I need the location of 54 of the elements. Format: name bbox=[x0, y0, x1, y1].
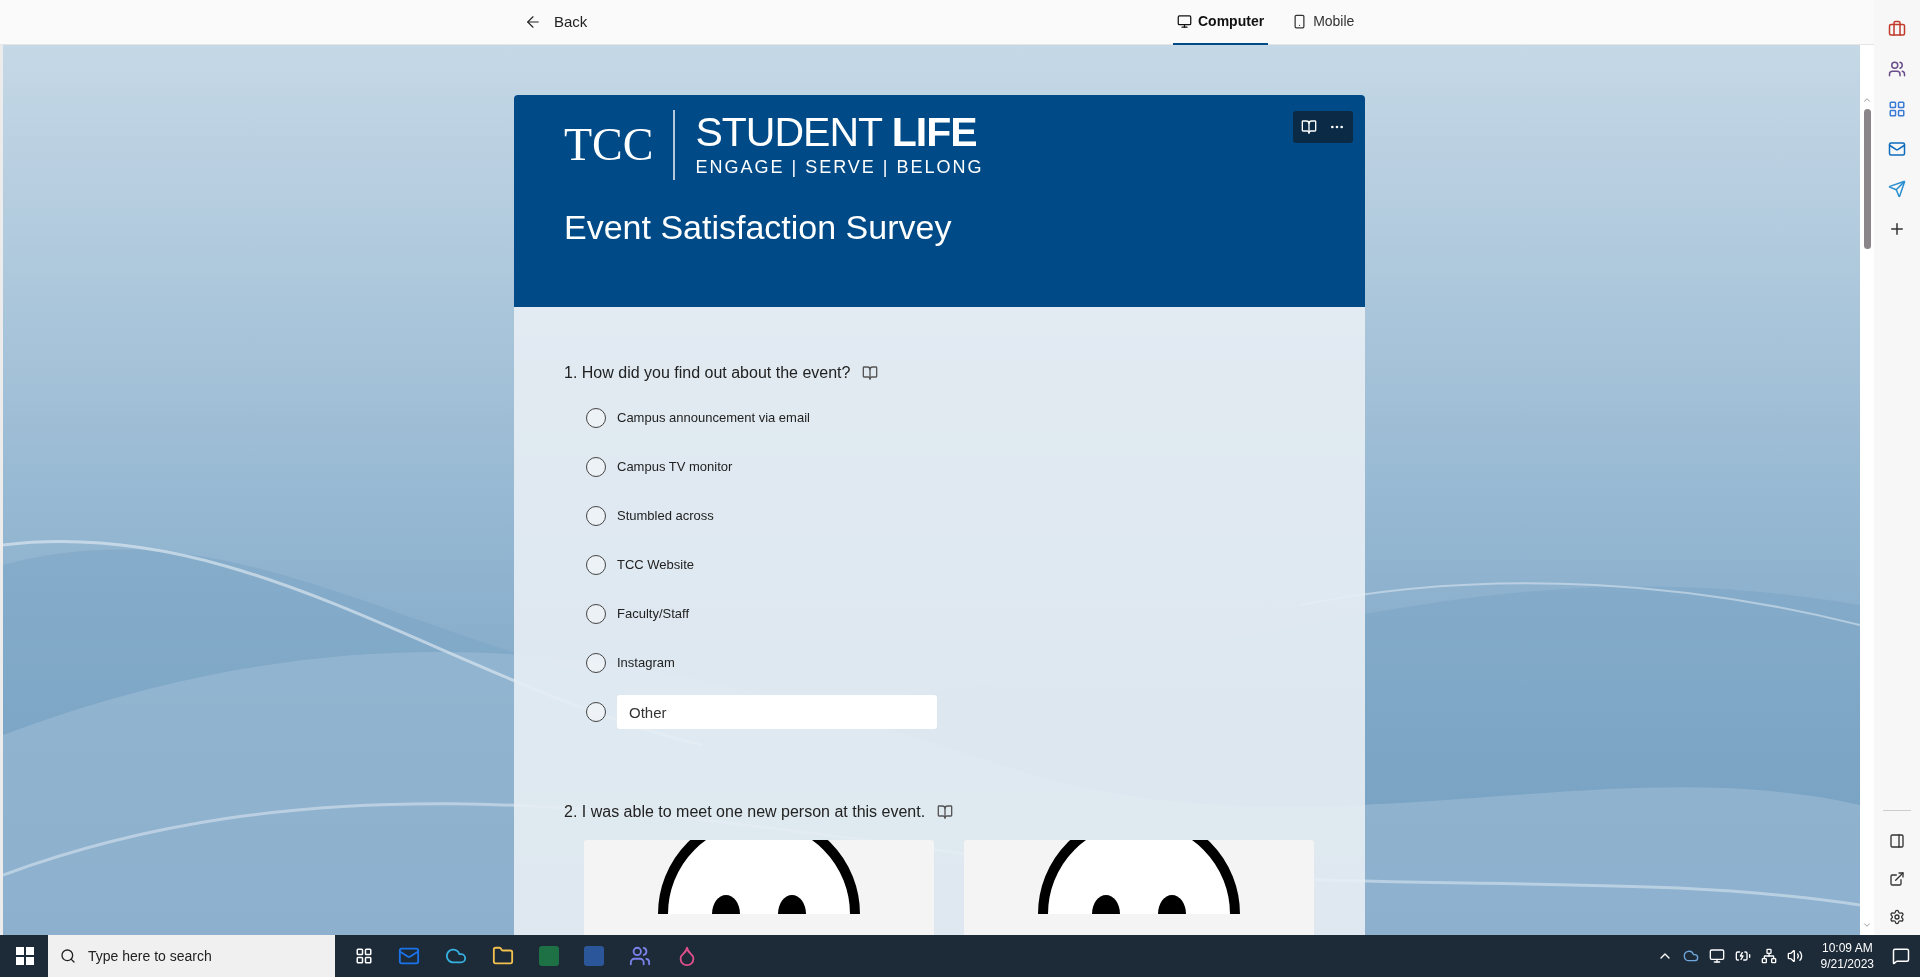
radio-button[interactable] bbox=[586, 457, 606, 477]
option-label: Stumbled across bbox=[617, 507, 714, 526]
chat-app-icon[interactable] bbox=[629, 945, 651, 967]
logo-tagline: ENGAGE | SERVE | BELONG bbox=[695, 156, 984, 179]
radio-button[interactable] bbox=[586, 702, 606, 722]
radio-button[interactable] bbox=[586, 653, 606, 673]
mail-app-icon[interactable] bbox=[398, 945, 420, 967]
option-label: Instagram bbox=[617, 654, 675, 673]
radio-button[interactable] bbox=[586, 506, 606, 526]
paper-plane-icon[interactable] bbox=[1888, 180, 1906, 198]
settings-icon[interactable] bbox=[1889, 909, 1905, 925]
radio-button[interactable] bbox=[586, 604, 606, 624]
option-label: Faculty/Staff bbox=[617, 605, 689, 624]
option-label: Campus TV monitor bbox=[617, 458, 733, 477]
monogram-logo: TCC bbox=[564, 118, 654, 172]
clock-time: 10:09 AM bbox=[1821, 940, 1873, 956]
windows-start-icon[interactable] bbox=[16, 947, 34, 965]
folder-icon[interactable] bbox=[492, 945, 514, 967]
scroll-down-icon bbox=[1862, 920, 1872, 930]
search-icon bbox=[60, 948, 76, 964]
immersive-reader-icon[interactable] bbox=[862, 365, 879, 381]
briefcase-icon[interactable] bbox=[1888, 20, 1906, 38]
question-text: 1. How did you find out about the event? bbox=[564, 363, 851, 383]
notifications-icon[interactable] bbox=[1892, 947, 1910, 965]
mail-icon[interactable] bbox=[1888, 140, 1906, 158]
taskbar-search-field[interactable]: Type here to search bbox=[48, 935, 335, 977]
search-input[interactable]: Type here to search bbox=[88, 945, 318, 967]
add-icon[interactable] bbox=[1888, 220, 1906, 238]
clock-date: 9/21/2023 bbox=[1820, 956, 1874, 972]
radio-button[interactable] bbox=[586, 408, 606, 428]
battery-icon[interactable] bbox=[1734, 948, 1751, 964]
view-tab[interactable]: Mobile bbox=[1288, 0, 1359, 45]
option-label: Campus announcement via email bbox=[617, 409, 810, 428]
people-icon[interactable] bbox=[1888, 60, 1906, 78]
form-title: Event Satisfaction Survey bbox=[564, 207, 953, 248]
monitor-icon bbox=[1177, 14, 1192, 29]
cloud-icon[interactable] bbox=[1682, 948, 1699, 964]
back-button[interactable]: Back bbox=[524, 11, 588, 34]
display-icon[interactable] bbox=[1708, 948, 1725, 964]
grid-icon[interactable] bbox=[1888, 100, 1906, 118]
radio-button[interactable] bbox=[586, 555, 606, 575]
other-input-field[interactable]: Other bbox=[617, 695, 937, 729]
question-text: 2. I was able to meet one new person at this event. bbox=[564, 802, 926, 822]
network-icon[interactable] bbox=[1760, 948, 1777, 964]
task-view-icon[interactable] bbox=[355, 947, 373, 965]
volume-icon[interactable] bbox=[1786, 948, 1803, 964]
option-label: TCC Website bbox=[617, 556, 695, 575]
phone-icon bbox=[1292, 14, 1308, 29]
logo-title: STUDENT LIFE bbox=[695, 110, 978, 154]
side-panel-icon[interactable] bbox=[1889, 833, 1905, 849]
scrollbar-thumb[interactable] bbox=[1863, 109, 1871, 249]
immersive-reader-icon[interactable] bbox=[937, 804, 954, 820]
scroll-up-icon bbox=[1862, 95, 1872, 105]
external-link-icon[interactable] bbox=[1889, 871, 1905, 887]
